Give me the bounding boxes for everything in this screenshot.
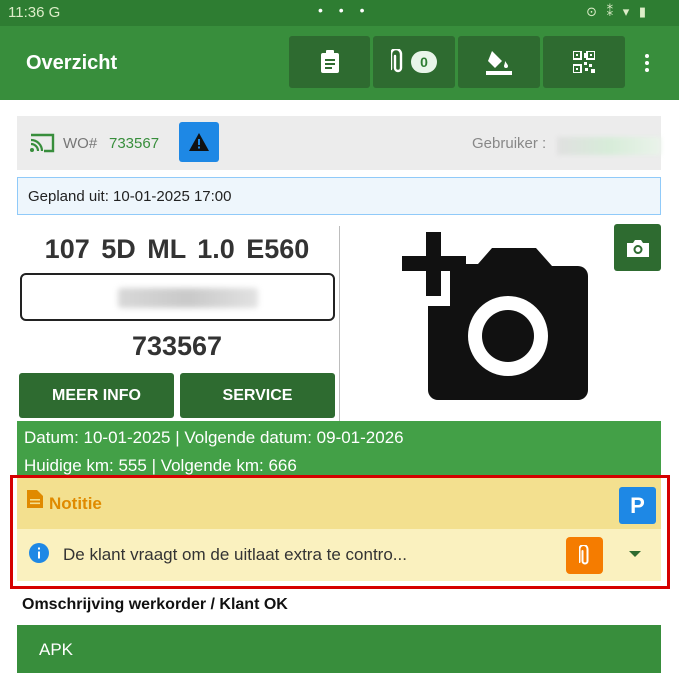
clipboard-button[interactable] <box>289 36 370 88</box>
user-name-redacted <box>557 137 661 155</box>
planned-out-text: Gepland uit: 10-01-2025 17:00 <box>28 188 232 205</box>
planned-out-banner: Gepland uit: 10-01-2025 17:00 <box>17 177 661 215</box>
km-line: Huidige km: 555 | Volgende km: 666 <box>24 456 297 475</box>
description-title: Omschrijving werkorder / Klant OK <box>22 596 288 613</box>
vertical-divider <box>339 226 340 422</box>
status-bar: 11:36 G • • • ⊙ ⁑ ▾ ▮ <box>0 0 679 26</box>
paint-button[interactable] <box>458 36 540 88</box>
status-dots: • • • <box>318 2 371 18</box>
attachments-button[interactable]: 0 <box>373 36 455 88</box>
license-plate-redacted <box>118 288 258 308</box>
license-plate <box>20 273 335 321</box>
qr-code-button[interactable] <box>543 36 625 88</box>
more-info-button[interactable]: MEER INFO <box>19 373 174 418</box>
qr-code-icon <box>573 51 595 73</box>
page-title: Overzicht <box>26 52 118 74</box>
attachments-count-badge: 0 <box>411 51 437 73</box>
camera-icon <box>626 239 649 257</box>
camera-button[interactable] <box>614 224 661 271</box>
system-icons: ⊙ ⁑ ▾ ▮ <box>586 4 649 19</box>
paperclip-icon <box>391 49 403 73</box>
app-bar: Overzicht 0 <box>0 26 679 100</box>
vehicle-title: 107 5D ML 1.0 E560 <box>44 234 310 264</box>
vehicle-number: 733567 <box>131 331 223 361</box>
clipboard-icon <box>320 50 339 73</box>
service-dates: Datum: 10-01-2025 | Volgende datum: 09-0… <box>17 421 661 477</box>
work-order-row: WO# 733567 Gebruiker : <box>17 116 661 170</box>
wo-label: WO# <box>63 135 98 152</box>
warning-button[interactable] <box>179 122 219 162</box>
section-apk-label: APK <box>39 640 74 659</box>
warning-icon <box>189 133 209 151</box>
status-time: 11:36 G <box>8 4 61 21</box>
section-apk[interactable]: APK <box>17 625 661 673</box>
dates-line: Datum: 10-01-2025 | Volgende datum: 09-0… <box>24 428 404 447</box>
note-highlight-frame <box>10 475 670 589</box>
add-photo-icon[interactable] <box>400 230 592 406</box>
paint-bucket-icon <box>486 51 512 75</box>
wo-number: 733567 <box>109 135 160 152</box>
cast-icon <box>30 133 55 153</box>
service-button[interactable]: SERVICE <box>180 373 335 418</box>
user-label: Gebruiker : <box>472 135 547 152</box>
more-options-icon[interactable] <box>645 54 651 75</box>
